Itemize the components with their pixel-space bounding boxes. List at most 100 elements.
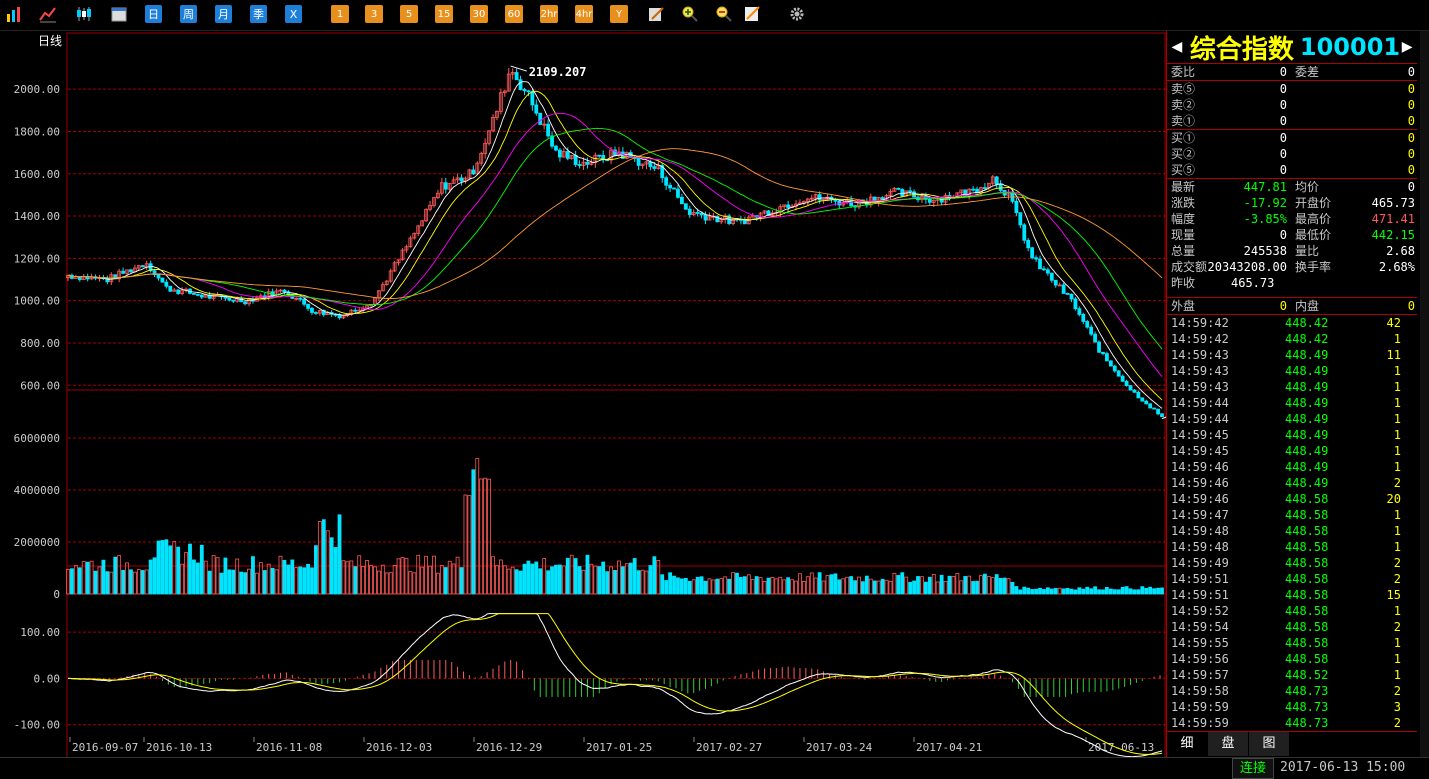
minute-3-button[interactable]: 3: [365, 5, 383, 23]
volume-bar: [754, 576, 759, 595]
volume-bar: [554, 564, 558, 595]
candle-body: [573, 155, 578, 165]
tick-price: 448.58: [1285, 588, 1329, 602]
tick-row: 14:59:59 448.73 3: [1167, 699, 1417, 715]
gear-icon[interactable]: [786, 5, 808, 23]
next-arrow-icon[interactable]: ▶: [1400, 39, 1414, 55]
volume-bar: [251, 556, 255, 595]
tick-price: 448.58: [1285, 540, 1329, 554]
volume-bar: [337, 514, 342, 595]
tab-book[interactable]: 盘: [1208, 732, 1248, 756]
hour-4-button[interactable]: 4hr: [575, 5, 593, 23]
volume-bar: [1093, 586, 1098, 595]
volume-bar: [1128, 588, 1133, 595]
scrollbar[interactable]: [1420, 31, 1429, 757]
calendar-icon[interactable]: [108, 5, 130, 23]
volume-bar: [239, 571, 244, 595]
volume-bar: [1120, 586, 1125, 595]
period-month-button[interactable]: 月: [215, 5, 232, 23]
period-day-button[interactable]: 日: [145, 5, 162, 23]
edit-icon[interactable]: [645, 5, 667, 23]
zoom-out-icon[interactable]: [713, 5, 735, 23]
candle-body: [353, 309, 358, 312]
minute-60-button[interactable]: 60: [505, 5, 523, 23]
prev-close-label: 昨收: [1171, 276, 1196, 290]
year-button[interactable]: Y: [610, 5, 628, 23]
period-label: 日线: [38, 34, 62, 48]
volume-bar: [302, 567, 307, 595]
tab-detail[interactable]: 细: [1167, 732, 1207, 756]
price-tick-label: 2000.00: [14, 83, 60, 96]
candle-body: [282, 289, 287, 293]
candle-body: [1065, 293, 1070, 295]
candle-body: [526, 90, 531, 93]
stat-value: 447.81: [1243, 180, 1287, 194]
volume-bar: [314, 545, 318, 595]
period-week-button[interactable]: 周: [180, 5, 197, 23]
candle-body: [908, 190, 913, 193]
candle-body: [1160, 413, 1164, 418]
volume-bar: [636, 570, 641, 595]
tick-row: 14:59:47 448.58 1: [1167, 507, 1417, 523]
candle-body: [703, 214, 708, 221]
volume-bar: [1018, 589, 1023, 595]
candle-body: [1034, 257, 1038, 260]
committee-diff-value: 0: [1407, 65, 1415, 79]
inner-value: 0: [1407, 299, 1415, 313]
minute-5-button[interactable]: 5: [400, 5, 418, 23]
tick-row: 14:59:46 448.49 1: [1167, 459, 1417, 475]
volume-bar: [534, 561, 539, 595]
tick-volume: 3: [1393, 700, 1401, 714]
tick-row: 14:59:54 448.58 2: [1167, 619, 1417, 635]
candle-body: [1045, 269, 1050, 274]
line-chart-icon[interactable]: [37, 5, 59, 23]
candle-body: [310, 307, 314, 313]
volume-bar: [188, 543, 192, 595]
volume-bar: [900, 572, 905, 595]
sell-level-row: 卖② 0 0: [1167, 97, 1417, 113]
volume-bar: [695, 576, 700, 595]
volume-bar: [817, 572, 822, 595]
tick-time: 14:59:58: [1171, 684, 1229, 698]
candle-body: [306, 303, 310, 309]
volume-bar: [601, 561, 606, 595]
volume-bar: [321, 519, 326, 595]
tick-row: 14:59:46 448.58 20: [1167, 491, 1417, 507]
minute-1-button[interactable]: 1: [331, 5, 349, 23]
sell-level-row: 卖⑤ 0 0: [1167, 81, 1417, 97]
candle-body: [514, 72, 519, 81]
candle-body: [1136, 391, 1141, 399]
tick-volume: 1: [1393, 364, 1401, 378]
tick-volume: 1: [1393, 524, 1401, 538]
volume-bar: [963, 576, 968, 595]
tick-price: 448.58: [1285, 604, 1329, 618]
hour-2-button[interactable]: 2hr: [540, 5, 558, 23]
volume-bar: [1112, 589, 1117, 595]
stat-row: 幅度 -3.85% 最高价 471.41: [1167, 211, 1417, 227]
stat-label: 开盘价: [1295, 196, 1332, 210]
period-quarter-button[interactable]: 季: [250, 5, 267, 23]
tick-row: 14:59:42 448.42 1: [1167, 331, 1417, 347]
bar-chart-icon[interactable]: [3, 5, 25, 23]
kline-chart[interactable]: 2000.00 1800.00 1600.00 1400.00 1200.00 1000.…: [0, 31, 1166, 757]
volume-bar: [833, 573, 838, 595]
minute-15-button[interactable]: 15: [435, 5, 453, 23]
zoom-in-icon[interactable]: [679, 5, 701, 23]
minute-30-button[interactable]: 30: [470, 5, 488, 23]
volume-bar: [829, 574, 834, 595]
volume-bar: [262, 570, 267, 595]
prev-arrow-icon[interactable]: ◀: [1170, 39, 1184, 55]
candle-body: [1089, 326, 1094, 335]
tick-time: 14:59:47: [1171, 508, 1229, 522]
tab-chart[interactable]: 图: [1249, 732, 1289, 756]
volume-bar: [522, 563, 527, 595]
volume-bar: [310, 567, 314, 595]
draw-icon[interactable]: [741, 5, 763, 23]
tick-volume: 11: [1386, 348, 1401, 362]
candlestick-icon[interactable]: [73, 5, 95, 23]
stat-label: 幅度: [1171, 212, 1196, 226]
candle-body: [538, 112, 543, 125]
volume-bar: [1045, 587, 1050, 595]
volume-bar: [192, 559, 196, 595]
period-x-button[interactable]: X: [285, 5, 302, 23]
